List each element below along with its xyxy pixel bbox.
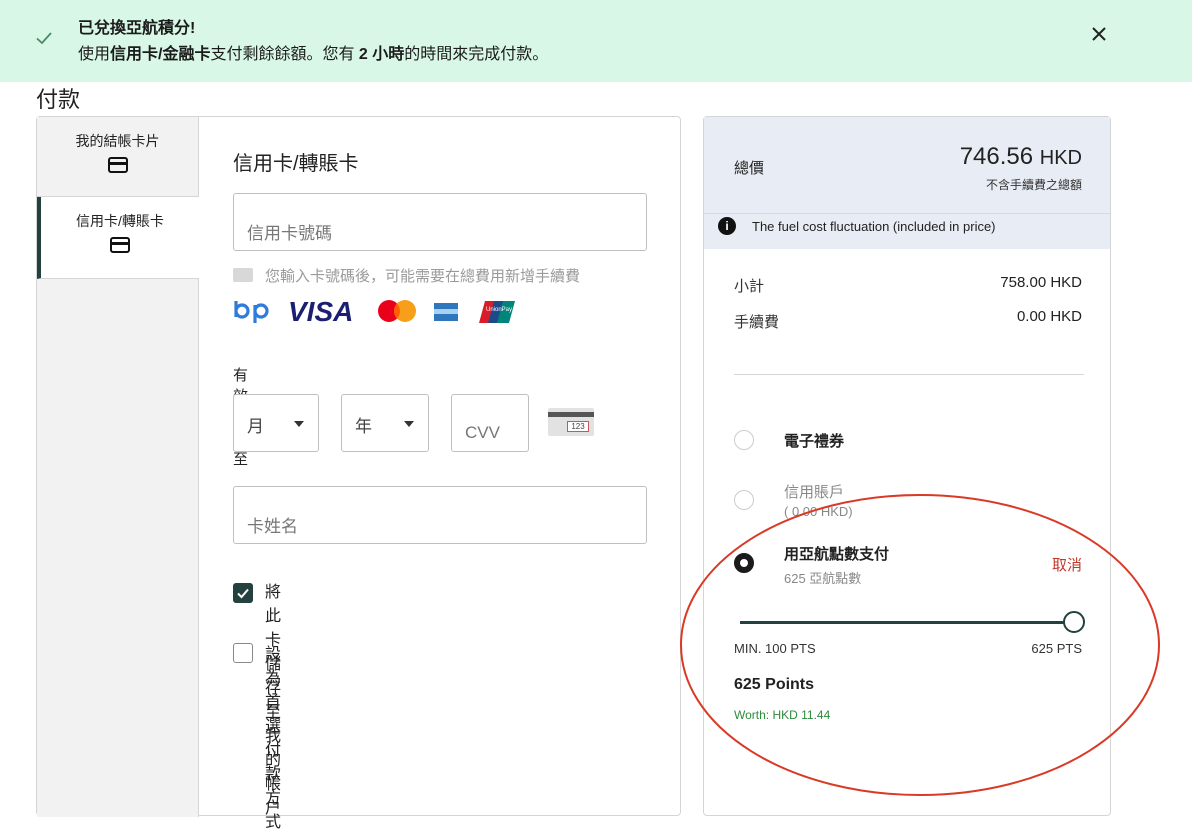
fee-value: 0.00 HKD	[1016, 308, 1082, 325]
total-amount: 746.56 HKD	[959, 143, 1082, 170]
divider	[734, 374, 1084, 375]
month-value: 月	[247, 417, 264, 436]
order-summary-panel: 總價 746.56 HKD 不含手續費之總額 i The fuel cost f…	[703, 116, 1111, 816]
option-airasia-points: 用亞航點數支付	[784, 546, 890, 563]
year-select[interactable]: 年	[341, 394, 429, 452]
total-label: 總價	[734, 160, 765, 177]
banner-message: 使用信用卡/金融卡支付剩餘餘額。您有 2 小時的時間來完成付款。	[78, 46, 549, 63]
points-slider-handle[interactable]	[1063, 611, 1085, 633]
cvv-placeholder: CVV	[465, 423, 500, 442]
radio-e-voucher[interactable]	[734, 430, 754, 450]
fee-label: 手續費	[734, 314, 780, 331]
cancel-points-link[interactable]: 取消	[1052, 554, 1082, 575]
save-card-checkbox[interactable]	[233, 583, 253, 603]
credit-account-balance: ( 0.00 HKD)	[784, 504, 853, 519]
points-value: 625 Points	[734, 676, 815, 693]
cardholder-name-input[interactable]: 卡姓名	[233, 486, 647, 544]
slider-max-label: 625 PTS	[1031, 641, 1082, 656]
tab-saved-cards[interactable]: 我的結帳卡片	[37, 117, 198, 197]
preferred-method-checkbox[interactable]	[233, 643, 253, 663]
mastercard-logo	[378, 300, 416, 322]
checkmark-icon	[237, 588, 249, 599]
points-slider-track[interactable]	[740, 621, 1074, 624]
unionpay-logo: UnionPay	[479, 301, 515, 323]
amex-logo	[434, 303, 458, 321]
year-value: 年	[355, 417, 372, 436]
card-logos: VISA UnionPay	[234, 296, 515, 327]
card-number-input[interactable]: 信用卡號碼	[233, 193, 647, 251]
cvv-input[interactable]: CVV	[451, 394, 529, 452]
check-icon	[36, 32, 52, 45]
card-icon	[110, 237, 130, 253]
bp-logo	[234, 301, 269, 323]
preferred-method-label: 設為首選付款方式	[265, 646, 282, 831]
payment-tabs: 我的結帳卡片 信用卡/轉賬卡	[37, 117, 199, 817]
fee-hint: 您輸入卡號碼後，可能需要在總費用新增手續費	[233, 265, 653, 286]
subtotal-label: 小計	[734, 278, 765, 295]
success-banner: 已兌換亞航積分! 使用信用卡/金融卡支付剩餘餘額。您有 2 小時的時間來完成付款…	[0, 0, 1192, 82]
option-e-voucher: 電子禮券	[784, 433, 845, 450]
points-worth: Worth: HKD 11.44	[734, 708, 831, 722]
radio-airasia-points[interactable]	[734, 553, 754, 573]
slider-min-label: MIN. 100 PTS	[734, 641, 816, 656]
page-title: 付款	[36, 87, 81, 112]
tab-label: 信用卡/轉賬卡	[76, 213, 164, 229]
summary-header: 總價 746.56 HKD 不含手續費之總額 i The fuel cost f…	[704, 117, 1110, 249]
info-icon[interactable]: i	[718, 217, 736, 235]
month-select[interactable]: 月	[233, 394, 319, 452]
option-credit-account: 信用賬戶	[784, 484, 845, 501]
svg-text:UnionPay: UnionPay	[486, 307, 512, 313]
tab-label: 我的結帳卡片	[75, 133, 160, 149]
chevron-down-icon	[404, 421, 414, 427]
points-available: 625 亞航點數	[784, 571, 862, 586]
total-note: 不含手續費之總額	[985, 178, 1082, 192]
name-placeholder: 卡姓名	[247, 517, 298, 536]
close-icon[interactable]	[1089, 24, 1109, 44]
tab-credit-debit-card[interactable]: 信用卡/轉賬卡	[37, 197, 199, 279]
card-icon	[107, 157, 128, 173]
subtotal-value: 758.00 HKD	[1000, 274, 1082, 291]
radio-credit-account[interactable]	[734, 490, 754, 510]
form-title: 信用卡/轉賬卡	[233, 153, 359, 175]
fuel-info-text: The fuel cost fluctuation (included in p…	[752, 219, 996, 234]
cvv-card-icon: 123	[548, 408, 594, 436]
visa-logo: VISA	[288, 296, 353, 327]
card-mini-icon	[233, 268, 253, 283]
chevron-down-icon	[294, 421, 304, 427]
banner-title: 已兌換亞航積分!	[78, 20, 196, 37]
card-number-placeholder: 信用卡號碼	[247, 224, 332, 243]
payment-method-panel: 我的結帳卡片 信用卡/轉賬卡 信用卡/轉賬卡 信用卡號碼 您輸入卡號碼後，可能需…	[36, 116, 681, 831]
